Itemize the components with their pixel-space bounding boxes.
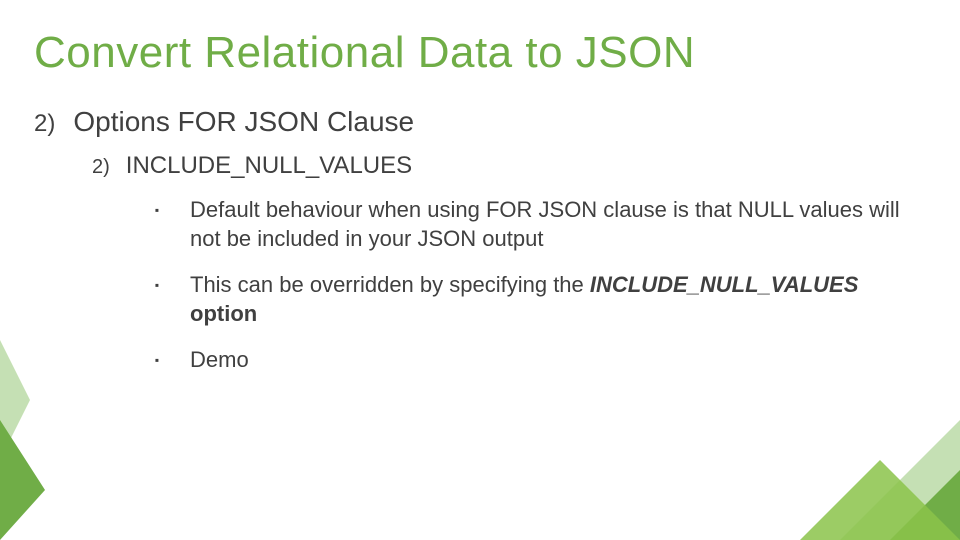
bullet-list: ▪ Default behaviour when using FOR JSON … [152, 196, 900, 393]
bullet-text: This can be overridden by specifying the… [190, 271, 900, 328]
bullet-text-strong: option [190, 301, 257, 326]
list-item: ▪ Default behaviour when using FOR JSON … [152, 196, 900, 253]
list-text: INCLUDE_NULL_VALUES [126, 152, 412, 180]
list-level-2: 2) INCLUDE_NULL_VALUES [92, 152, 412, 180]
list-marker: 2) [34, 110, 55, 138]
square-bullet-icon: ▪ [152, 346, 162, 374]
list-marker: 2) [92, 156, 110, 179]
bullet-text-prefix: This can be overridden by specifying the [190, 272, 590, 297]
list-level-1: 2) Options FOR JSON Clause [34, 106, 414, 138]
list-item: ▪ This can be overridden by specifying t… [152, 271, 900, 328]
bullet-text-emphasis: INCLUDE_NULL_VALUES [590, 272, 859, 297]
square-bullet-icon: ▪ [152, 271, 162, 299]
decorative-side-shape [0, 340, 60, 540]
bullet-text: Default behaviour when using FOR JSON cl… [190, 196, 900, 253]
bullet-text: Demo [190, 346, 249, 375]
decorative-corner-shape [790, 370, 960, 540]
list-item: ▪ Demo [152, 346, 900, 375]
list-text: Options FOR JSON Clause [73, 106, 414, 138]
square-bullet-icon: ▪ [152, 196, 162, 224]
slide: Convert Relational Data to JSON 2) Optio… [0, 0, 960, 540]
slide-title: Convert Relational Data to JSON [34, 28, 695, 78]
